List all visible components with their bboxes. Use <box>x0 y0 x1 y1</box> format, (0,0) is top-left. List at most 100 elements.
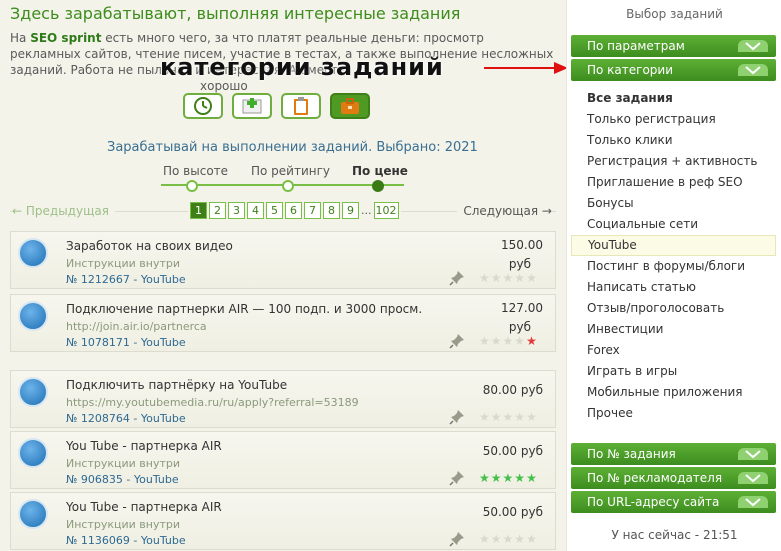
chevron-down-icon <box>738 40 768 52</box>
worker-icon <box>18 238 48 268</box>
page-4[interactable]: 4 <box>247 202 264 219</box>
task-price: 50.00 руб <box>482 505 543 519</box>
page-7[interactable]: 7 <box>304 202 321 219</box>
filter-by-params[interactable]: По параметрам <box>571 35 776 57</box>
pin-icon[interactable] <box>449 270 465 286</box>
category-item[interactable]: Написать статью <box>571 277 776 298</box>
intro-tail: хорошо <box>200 79 248 93</box>
task-title[interactable]: Заработок на своих видео <box>66 239 233 253</box>
task-subtitle[interactable]: https://my.youtubemedia.ru/ru/apply?refe… <box>66 396 359 409</box>
filter-by-task-number[interactable]: По № задания <box>571 443 776 465</box>
category-item[interactable]: Мобильные приложения <box>571 382 776 403</box>
chevron-down-icon <box>738 472 768 484</box>
page-1[interactable]: 1 <box>190 202 207 219</box>
task-type-icons <box>183 93 370 119</box>
brand-name[interactable]: SEO sprint <box>30 31 101 45</box>
task-title[interactable]: You Tube - партнерка AIR <box>66 500 222 514</box>
star-icon: ★ <box>490 471 502 485</box>
category-item[interactable]: Только регистрация <box>571 109 776 130</box>
task-row[interactable]: You Tube - партнерка AIR Инструкции внут… <box>10 431 556 489</box>
sort-dot-price[interactable] <box>372 180 384 192</box>
task-subtitle[interactable]: http://join.air.io/partnerca <box>66 320 207 333</box>
filter-by-url[interactable]: По URL-адресу сайта <box>571 491 776 513</box>
page-2[interactable]: 2 <box>209 202 226 219</box>
category-all[interactable]: Все задания <box>571 88 776 109</box>
page-3[interactable]: 3 <box>228 202 245 219</box>
clipboard-icon <box>294 97 308 115</box>
task-title[interactable]: Подключить партнёрку на YouTube <box>66 378 287 392</box>
category-item[interactable]: Приглашение в реф SEO <box>571 172 776 193</box>
task-price: 127.00 <box>501 301 543 315</box>
rating-stars: ★ ★ ★ ★ ★ <box>479 272 537 284</box>
add-button[interactable] <box>232 93 272 119</box>
star-icon: ★ <box>479 334 490 348</box>
star-icon: ★ <box>479 532 490 546</box>
pin-icon[interactable] <box>449 470 465 486</box>
filter-by-advertiser-number[interactable]: По № рекламодателя <box>571 467 776 489</box>
task-price: 50.00 руб <box>482 444 543 458</box>
star-icon: ★ <box>514 271 526 285</box>
pin-icon[interactable] <box>449 333 465 349</box>
task-row[interactable]: You Tube - партнерка AIR Инструкции внут… <box>10 492 556 550</box>
category-item[interactable]: Играть в игры <box>571 361 776 382</box>
task-title[interactable]: You Tube - партнерка AIR <box>66 439 222 453</box>
sort-by-rating[interactable]: По рейтингу <box>251 164 330 178</box>
task-id: № 906835 - YouTube <box>66 473 179 486</box>
task-title[interactable]: Подключение партнерки AIR — 100 подп. и … <box>66 302 422 316</box>
sort-by-price[interactable]: По цене <box>352 164 408 178</box>
clipboard-button[interactable] <box>281 93 321 119</box>
chevron-down-icon <box>738 448 768 460</box>
rating-stars: ★ ★ ★ ★ ★ <box>479 472 537 484</box>
category-youtube[interactable]: YouTube <box>571 235 776 256</box>
star-icon: ★ <box>490 410 502 424</box>
page-last[interactable]: 102 <box>373 202 399 219</box>
worker-icon <box>18 499 48 529</box>
category-item[interactable]: Бонусы <box>571 193 776 214</box>
category-item[interactable]: Постинг в форумы/блоги <box>571 256 776 277</box>
category-item[interactable]: Forex <box>571 340 776 361</box>
sort-dot-rating[interactable] <box>282 180 294 192</box>
chevron-down-icon <box>738 64 768 76</box>
pin-icon[interactable] <box>449 409 465 425</box>
task-row[interactable]: Подключение партнерки AIR — 100 подп. и … <box>10 294 556 352</box>
sort-by-height[interactable]: По высоте <box>163 164 228 178</box>
clock-icon <box>194 97 212 115</box>
sort-dot-height[interactable] <box>186 180 198 192</box>
rating-stars: ★ ★ ★ ★ ★ <box>479 533 537 545</box>
task-subtitle: Инструкции внутри <box>66 518 181 531</box>
clock-button[interactable] <box>183 93 223 119</box>
star-icon: ★ <box>514 532 526 546</box>
rating-stars: ★ ★ ★ ★ ★ <box>479 335 537 347</box>
star-icon: ★ <box>502 471 514 485</box>
task-filter-panel: Выбор заданий По параметрам По категории… <box>566 0 781 551</box>
next-page-link[interactable]: Следующая → <box>457 204 552 218</box>
category-item[interactable]: Только клики <box>571 130 776 151</box>
pin-icon[interactable] <box>449 531 465 547</box>
task-row[interactable]: Подключить партнёрку на YouTube https://… <box>10 370 556 428</box>
prev-page-link[interactable]: ← Предыдущая <box>12 204 115 218</box>
page-8[interactable]: 8 <box>323 202 340 219</box>
rating-stars: ★ ★ ★ ★ ★ <box>479 411 537 423</box>
task-subtitle: Инструкции внутри <box>66 257 181 270</box>
task-id: № 1212667 - YouTube <box>66 273 186 286</box>
worker-icon <box>18 438 48 468</box>
category-item[interactable]: Социальные сети <box>571 214 776 235</box>
page-6[interactable]: 6 <box>285 202 302 219</box>
add-icon <box>242 98 262 114</box>
category-item[interactable]: Регистрация + активность <box>571 151 776 172</box>
page-9[interactable]: 9 <box>342 202 359 219</box>
star-icon: ★ <box>502 532 514 546</box>
page-5[interactable]: 5 <box>266 202 283 219</box>
task-row[interactable]: Заработок на своих видео Инструкции внут… <box>10 231 556 289</box>
category-item[interactable]: Инвестиции <box>571 319 776 340</box>
category-item[interactable]: Прочее <box>571 403 776 424</box>
category-item[interactable]: Отзыв/проголосовать <box>571 298 776 319</box>
star-icon: ★ <box>479 410 490 424</box>
star-icon: ★ <box>479 271 490 285</box>
filter-label: По категории <box>587 63 674 77</box>
filter-by-category[interactable]: По категории <box>571 59 776 81</box>
briefcase-icon <box>341 98 359 114</box>
briefcase-button[interactable] <box>330 93 370 119</box>
main-area: Здесь зарабатывают, выполняя интересные … <box>0 0 568 551</box>
star-icon: ★ <box>490 532 502 546</box>
